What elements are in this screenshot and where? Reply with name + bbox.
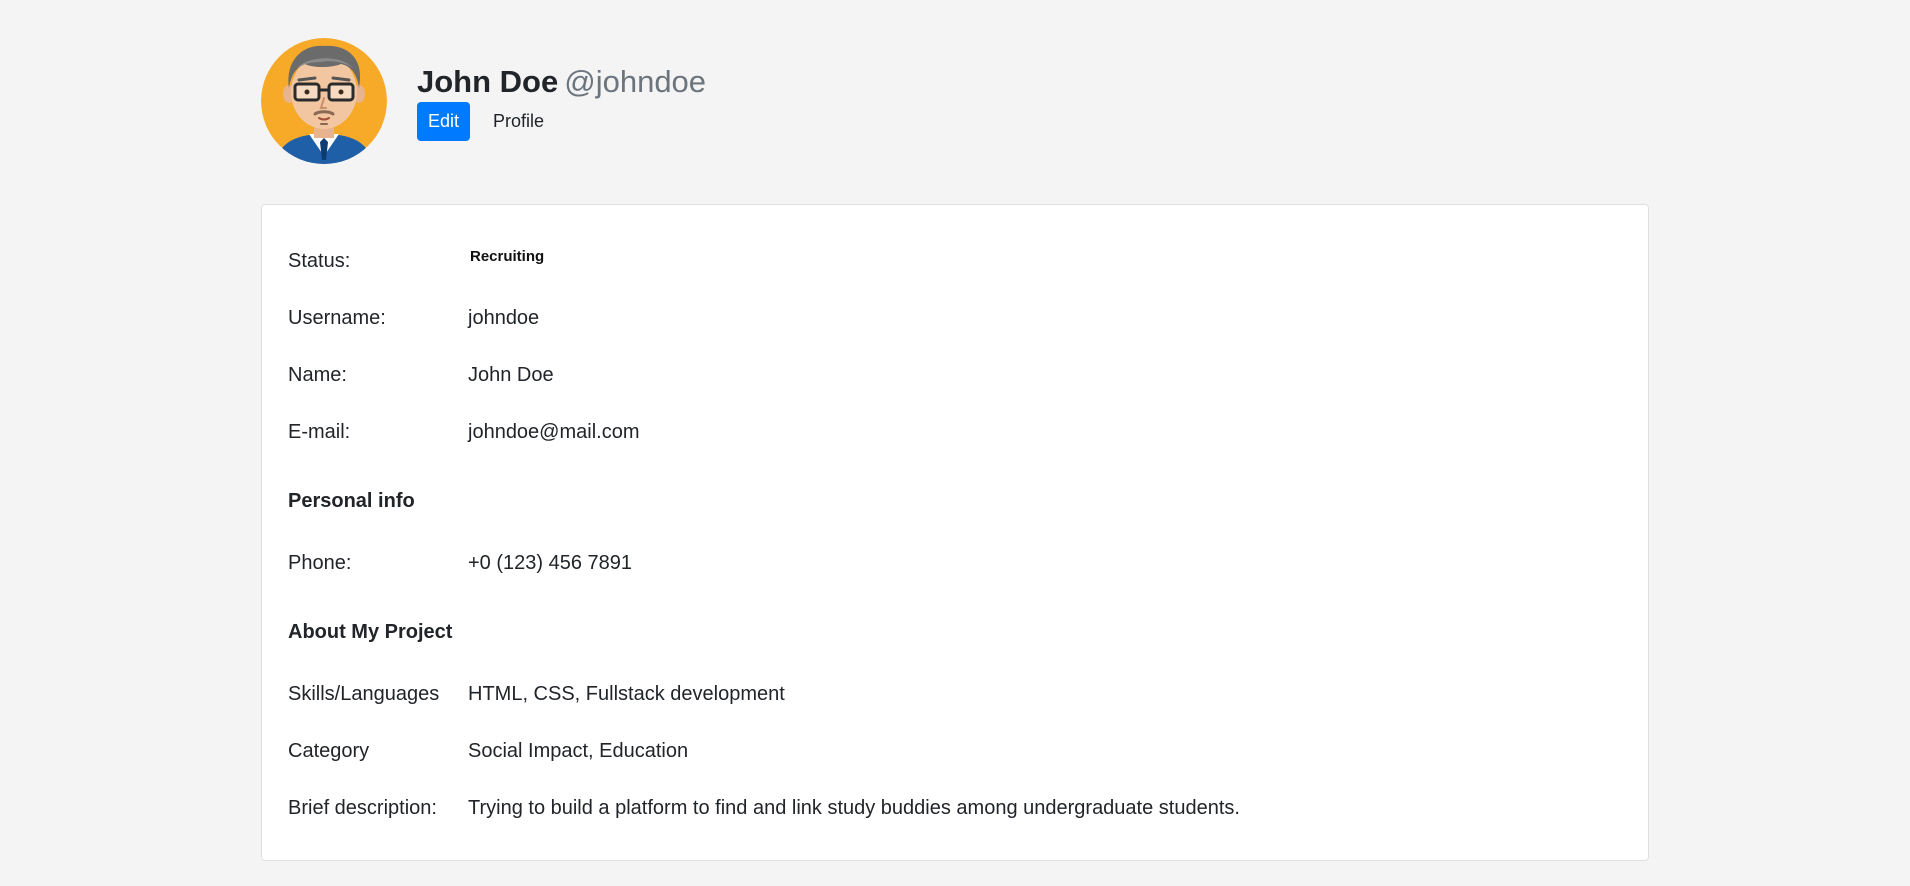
email-label: E-mail: bbox=[288, 421, 351, 443]
profile-page: John Doe @johndoe Edit Profile Status: Re… bbox=[0, 0, 1910, 886]
avatar-icon bbox=[261, 38, 387, 164]
avatar bbox=[261, 38, 387, 164]
page-title: John Doe @johndoe bbox=[417, 64, 706, 100]
phone-label: Phone: bbox=[288, 552, 352, 574]
name-label: Name: bbox=[288, 364, 347, 386]
header-actions: Edit Profile bbox=[417, 102, 706, 141]
status-badge: Recruiting bbox=[470, 248, 545, 265]
category-label: Category bbox=[288, 740, 370, 762]
personal-info-heading: Personal info bbox=[288, 490, 415, 512]
phone-value: +0 (123) 456 7891 bbox=[468, 552, 633, 574]
edit-button[interactable]: Edit bbox=[417, 102, 471, 141]
profile-header: John Doe @johndoe Edit Profile bbox=[261, 38, 706, 164]
skills-value: HTML, CSS, Fullstack development bbox=[468, 683, 785, 705]
name-value: John Doe bbox=[468, 364, 554, 386]
category-value: Social Impact, Education bbox=[468, 740, 689, 762]
profile-details-card: Status: Recruiting Username: johndoe Nam… bbox=[261, 204, 1649, 861]
header-text: John Doe @johndoe Edit Profile bbox=[417, 64, 706, 141]
username-label: Username: bbox=[288, 307, 386, 329]
description-label: Brief description: bbox=[288, 797, 437, 819]
status-label: Status: bbox=[288, 250, 351, 272]
username-value: johndoe bbox=[468, 307, 540, 329]
user-handle: @johndoe bbox=[564, 64, 707, 99]
skills-label: Skills/Languages bbox=[288, 683, 440, 705]
profile-link[interactable]: Profile bbox=[493, 111, 544, 132]
about-project-heading: About My Project bbox=[288, 621, 453, 643]
full-name: John Doe bbox=[417, 64, 559, 99]
description-value: Trying to build a platform to find and l… bbox=[468, 797, 1240, 819]
email-value: johndoe@mail.com bbox=[468, 421, 640, 443]
